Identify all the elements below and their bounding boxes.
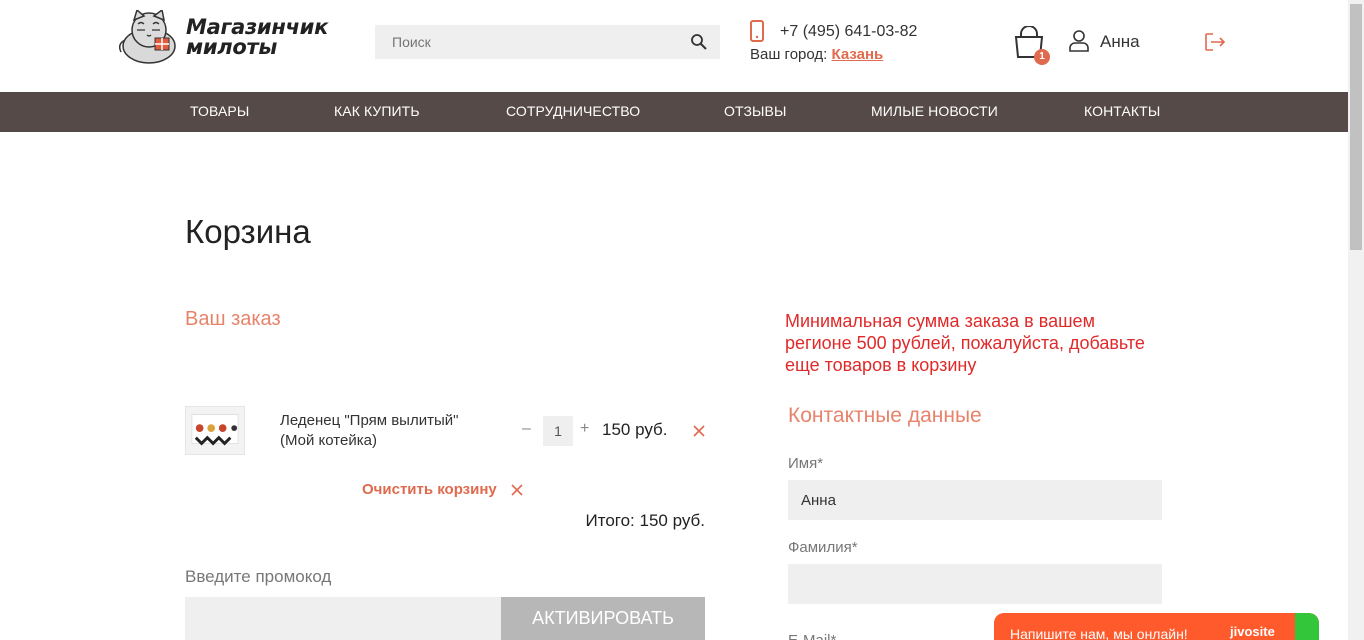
quantity-input[interactable] — [543, 416, 573, 446]
chat-brand: jivosite — [1230, 624, 1275, 639]
city-link[interactable]: Казань — [831, 46, 883, 63]
clear-cart-label: Очистить корзину — [362, 481, 497, 498]
activate-promo-button[interactable]: АКТИВИРОВАТЬ — [501, 597, 705, 640]
chat-text: Напишите нам, мы онлайн! — [1010, 626, 1188, 640]
product-name[interactable]: Леденец "Прям вылитый" (Мой котейка) — [280, 411, 490, 451]
contact-heading: Контактные данные — [788, 404, 982, 427]
nav-item-products[interactable]: ТОВАРЫ — [190, 103, 249, 119]
page-title: Корзина — [185, 213, 311, 250]
cart-total: Итого: 150 руб. — [585, 511, 706, 530]
site-logo[interactable]: Магазинчик милоты — [119, 10, 328, 64]
nav-item-how-to-buy[interactable]: КАК КУПИТЬ — [334, 103, 420, 119]
nav-item-news[interactable]: МИЛЫЕ НОВОСТИ — [871, 103, 998, 119]
first-name-field[interactable] — [788, 480, 1162, 520]
phone-icon — [750, 20, 764, 42]
item-price: 150 руб. — [602, 420, 668, 439]
close-icon — [511, 483, 523, 496]
cat-logo-icon — [119, 10, 176, 64]
page-scrollbar[interactable] — [1348, 0, 1364, 640]
nav-item-reviews[interactable]: ОТЗЫВЫ — [724, 103, 786, 119]
last-name-label: Фамилия* — [788, 539, 858, 556]
search-box — [375, 25, 720, 59]
search-input[interactable] — [375, 25, 720, 59]
remove-item-icon[interactable] — [692, 424, 706, 438]
last-name-field[interactable] — [788, 564, 1162, 604]
chat-status-indicator — [1295, 613, 1319, 640]
nav-item-cooperation[interactable]: СОТРУДНИЧЕСТВО — [506, 103, 640, 119]
search-icon[interactable] — [690, 33, 708, 51]
quantity-decrease-button[interactable]: – — [522, 420, 531, 438]
first-name-label: Имя* — [788, 455, 824, 472]
cart-count-badge: 1 — [1034, 49, 1050, 65]
logo-line-1: Магазинчик — [186, 15, 329, 39]
nav-item-contacts[interactable]: КОНТАКТЫ — [1084, 103, 1160, 119]
site-header: Магазинчик милоты +7 (495) 641-03-82 Ваш… — [0, 0, 1348, 92]
scrollbar-thumb[interactable] — [1350, 4, 1362, 250]
logo-line-2: милоты — [186, 35, 278, 59]
user-name[interactable]: Анна — [1100, 32, 1140, 52]
clear-cart-button[interactable]: Очистить корзину — [362, 481, 523, 498]
logout-icon[interactable] — [1204, 32, 1226, 52]
logo-text: Магазинчик милоты — [186, 15, 329, 59]
quantity-increase-button[interactable]: + — [580, 420, 589, 438]
product-image[interactable] — [185, 406, 245, 455]
min-order-notice: Минимальная сумма заказа в вашем регионе… — [785, 311, 1145, 375]
city-selector: Ваш город: Казань — [750, 46, 883, 63]
user-icon[interactable] — [1069, 30, 1089, 52]
promo-label: Введите промокод — [185, 567, 332, 586]
email-label: E-Mail* — [788, 632, 836, 640]
order-heading: Ваш заказ — [185, 308, 281, 330]
promo-code-input[interactable] — [185, 597, 501, 640]
phone-number[interactable]: +7 (495) 641-03-82 — [780, 23, 917, 41]
chat-widget[interactable]: Напишите нам, мы онлайн! jivosite — [994, 613, 1319, 640]
city-label: Ваш город: — [750, 46, 828, 63]
main-nav: ТОВАРЫ КАК КУПИТЬ СОТРУДНИЧЕСТВО ОТЗЫВЫ … — [0, 92, 1348, 132]
